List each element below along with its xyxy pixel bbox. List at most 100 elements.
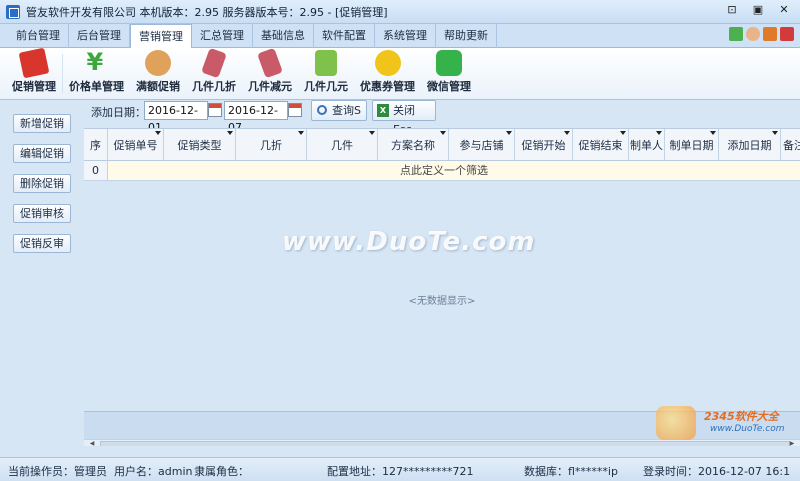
column-header[interactable]: 制单日期 xyxy=(665,129,719,161)
filter-icon[interactable] xyxy=(772,131,778,135)
toolbar-label: 优惠券管理 xyxy=(360,80,415,93)
approve-promo-button[interactable]: 促销审核 xyxy=(13,204,71,223)
tab-help-update[interactable]: 帮助更新 xyxy=(436,24,497,48)
add-promo-button[interactable]: 新增促销 xyxy=(13,114,71,133)
pieces-discount-button[interactable]: 几件几折 xyxy=(186,47,242,100)
column-title: 方案名称 xyxy=(391,138,435,152)
filter-icon[interactable] xyxy=(564,131,570,135)
column-header[interactable]: 促销单号 xyxy=(108,129,164,161)
column-title: 序 xyxy=(90,138,101,152)
scroll-left-icon[interactable]: ◀ xyxy=(88,440,96,446)
coupon-manage-button[interactable]: 优惠券管理 xyxy=(354,48,421,100)
filter-icon[interactable] xyxy=(155,131,161,135)
column-header[interactable]: 促销类型 xyxy=(164,129,236,161)
window-title: 管友软件开发有限公司 本机版本：2.95 服务器版本号：2.95 - [促销管理… xyxy=(26,5,388,19)
grid-header: 序 促销单号 促销类型 几折 几件 方案名称 参与店铺 促销开始 促销结束 制单… xyxy=(84,128,800,161)
excel-icon: X xyxy=(377,104,389,117)
column-title: 制单人 xyxy=(630,138,663,152)
maximize-button[interactable]: ▣ xyxy=(748,3,768,19)
status-operator: 当前操作员：管理员 xyxy=(8,465,107,478)
column-title: 备注 xyxy=(783,138,800,152)
column-header[interactable]: 促销结束 xyxy=(573,129,629,161)
status-server: 配置地址：127*********721 xyxy=(327,465,474,478)
promo-manage-button[interactable]: 促销管理 xyxy=(6,47,62,100)
discount-tag-icon xyxy=(201,47,227,79)
filter-icon[interactable] xyxy=(620,131,626,135)
app-icon xyxy=(6,4,20,19)
tab-system[interactable]: 系统管理 xyxy=(375,24,436,48)
coupon-icon xyxy=(374,50,401,76)
filter-icon[interactable] xyxy=(440,131,446,135)
lock-icon[interactable] xyxy=(763,27,777,41)
main-menu-tabs: 前台管理 后台管理 营销管理 汇总管理 基础信息 软件配置 系统管理 帮助更新 xyxy=(0,24,800,49)
toolbar-label: 满额促销 xyxy=(136,80,180,93)
mascot-logo-icon xyxy=(656,406,696,440)
close-esc-button[interactable]: X 关闭Esc xyxy=(372,100,436,136)
column-header[interactable]: 几件 xyxy=(307,129,378,161)
minimize-button[interactable]: ⊡ xyxy=(722,3,742,19)
tab-marketing[interactable]: 营销管理 xyxy=(130,24,192,49)
user-icon[interactable] xyxy=(746,27,760,41)
sale-tag-icon xyxy=(18,47,50,79)
calendar-icon[interactable] xyxy=(288,103,302,117)
toolbar-label: 几件几元 xyxy=(304,80,348,93)
column-header[interactable]: 参与店铺 xyxy=(449,129,515,161)
tab-software-config[interactable]: 软件配置 xyxy=(314,24,375,48)
column-title: 促销类型 xyxy=(177,138,222,152)
calendar-icon[interactable] xyxy=(208,103,222,117)
promo-grid: 序 促销单号 促销类型 几折 几件 方案名称 参与店铺 促销开始 促销结束 制单… xyxy=(84,128,800,446)
pieces-price-button[interactable]: 几件几元 xyxy=(298,48,354,100)
price-list-button[interactable]: 价格单管理 xyxy=(63,48,130,100)
wechat-manage-button[interactable]: 微信管理 xyxy=(421,48,477,100)
shopping-bag-icon xyxy=(315,50,337,76)
column-header[interactable]: 促销开始 xyxy=(515,129,573,161)
title-bar: 管友软件开发有限公司 本机版本：2.95 服务器版本号：2.95 - [促销管理… xyxy=(0,0,800,24)
status-username: 用户名：admin xyxy=(114,465,193,478)
close-button[interactable]: ✕ xyxy=(774,3,794,19)
date-to-input[interactable]: 2016-12-07 xyxy=(224,101,288,134)
date-from-input[interactable]: 2016-12-01 xyxy=(144,101,208,134)
filter-icon[interactable] xyxy=(710,131,716,135)
delete-promo-button[interactable]: 删除促销 xyxy=(13,174,71,193)
date-label: 添加日期： xyxy=(91,106,146,119)
column-header[interactable]: 方案名称 xyxy=(378,129,449,161)
filter-icon[interactable] xyxy=(656,131,662,135)
filter-icon[interactable] xyxy=(227,131,233,135)
search-icon xyxy=(317,105,327,115)
filter-row-text[interactable]: 点此定义一个筛选 xyxy=(108,161,780,180)
column-header[interactable]: 序 xyxy=(84,129,108,161)
status-login-time: 登录时间：2016-12-07 16:1 xyxy=(643,465,791,478)
filter-icon[interactable] xyxy=(298,131,304,135)
quick-icons xyxy=(729,27,794,41)
calculator-icon[interactable] xyxy=(729,27,743,41)
column-title: 几折 xyxy=(260,138,282,152)
filter-row[interactable]: 0 点此定义一个筛选 xyxy=(84,161,800,181)
search-button-label: 查询S xyxy=(332,104,361,117)
edit-promo-button[interactable]: 编辑促销 xyxy=(13,144,71,163)
column-header[interactable]: 添加日期 xyxy=(719,129,781,161)
column-title: 促销结束 xyxy=(578,138,623,152)
column-title: 参与店铺 xyxy=(459,138,504,152)
power-icon[interactable] xyxy=(780,27,794,41)
toolbar-label: 价格单管理 xyxy=(69,80,124,93)
filter-icon[interactable] xyxy=(506,131,512,135)
yen-icon xyxy=(84,48,110,76)
column-header[interactable]: 几折 xyxy=(236,129,307,161)
full-amount-promo-button[interactable]: 满额促销 xyxy=(130,48,186,100)
tab-summary[interactable]: 汇总管理 xyxy=(192,24,253,48)
column-header[interactable]: 备注 xyxy=(781,129,800,161)
status-database: 数据库：fl******ip xyxy=(524,465,618,478)
pieces-reduce-button[interactable]: 几件减元 xyxy=(242,47,298,100)
tab-front-desk[interactable]: 前台管理 xyxy=(8,24,69,48)
row-index: 0 xyxy=(84,161,108,180)
column-header[interactable]: 制单人 xyxy=(629,129,665,161)
tab-basic-info[interactable]: 基础信息 xyxy=(253,24,314,48)
toolbar-label: 促销管理 xyxy=(12,80,56,93)
column-title: 促销单号 xyxy=(113,138,158,152)
search-button[interactable]: 查询S xyxy=(311,100,367,121)
money-bag-icon xyxy=(145,50,171,76)
watermark-text: www.DuoTe.com xyxy=(282,227,536,257)
filter-icon[interactable] xyxy=(369,131,375,135)
unapprove-promo-button[interactable]: 促销反审 xyxy=(13,234,71,253)
tab-back-office[interactable]: 后台管理 xyxy=(69,24,130,48)
